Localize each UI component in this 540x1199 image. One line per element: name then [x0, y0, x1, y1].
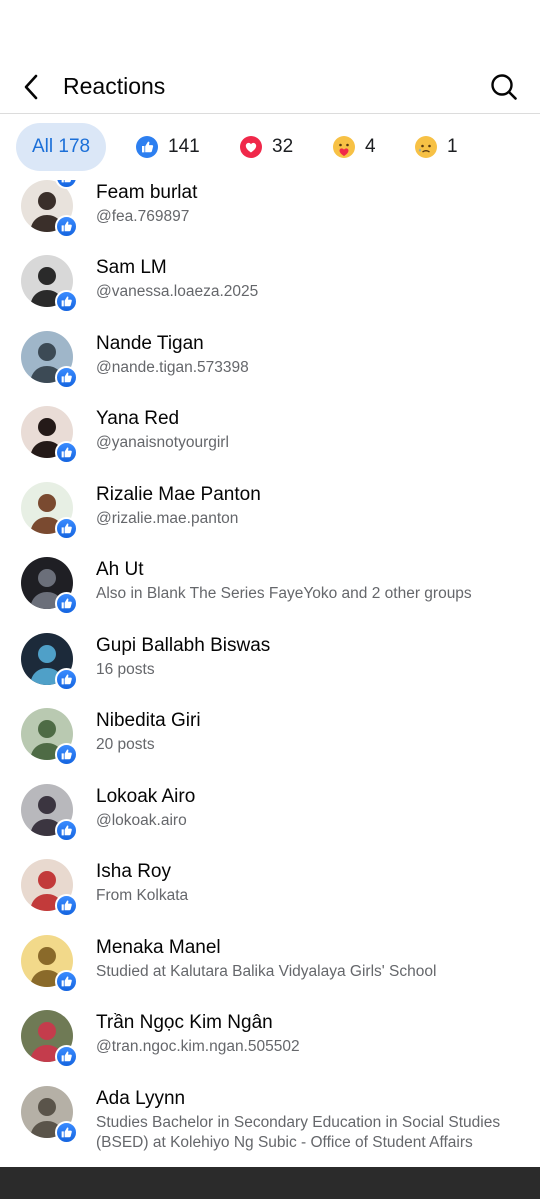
list-item[interactable]: Nande Tigan @nande.tigan.573398: [0, 331, 540, 406]
like-badge-icon: [55, 592, 78, 615]
person-subtitle: Studies Bachelor in Secondary Education …: [96, 1114, 501, 1151]
tab-care-count: 4: [365, 136, 376, 157]
avatar-container[interactable]: [21, 482, 78, 540]
search-button[interactable]: [488, 71, 520, 103]
sad-reaction-icon: [414, 135, 438, 159]
tab-like[interactable]: 141: [135, 123, 200, 171]
person-name[interactable]: Ah Ut: [96, 559, 144, 581]
person-name[interactable]: Yana Red: [96, 408, 179, 430]
avatar-container[interactable]: [21, 935, 78, 993]
person-subtitle: @vanessa.loaeza.2025: [96, 283, 259, 300]
person-name[interactable]: Lokoak Airo: [96, 786, 195, 808]
person-subtitle: @tran.ngoc.kim.ngan.505502: [96, 1038, 300, 1055]
tab-love[interactable]: 32: [239, 123, 293, 171]
love-reaction-icon: [239, 135, 263, 159]
like-reaction-icon: [135, 135, 159, 159]
list-item[interactable]: Lokoak Airo @lokoak.airo: [0, 784, 540, 859]
person-subtitle: Also in Blank The Series FayeYoko and 2 …: [96, 585, 472, 602]
person-subtitle: Studied at Kalutara Balika Vidyalaya Gir…: [96, 963, 437, 980]
list-item[interactable]: Menaka Manel Studied at Kalutara Balika V…: [0, 935, 540, 1010]
like-badge-icon: [55, 819, 78, 842]
like-badge-icon: [55, 743, 78, 766]
reaction-tabs: All 178 141 32 4 1: [0, 121, 540, 173]
person-name[interactable]: Nibedita Giri: [96, 710, 201, 732]
tab-like-count: 141: [168, 136, 200, 157]
list-item[interactable]: Nibedita Giri 20 posts: [0, 708, 540, 783]
person-subtitle: From Kolkata: [96, 887, 189, 904]
person-name[interactable]: Sam LM: [96, 257, 167, 279]
tab-sad-count: 1: [447, 136, 458, 157]
navigation-bar: [0, 1167, 540, 1199]
avatar-container[interactable]: [21, 784, 78, 842]
like-badge-icon: [55, 517, 78, 540]
list-item[interactable]: Gupi Ballabh Biswas 16 posts: [0, 633, 540, 708]
like-badge-icon: [55, 366, 78, 389]
avatar-container[interactable]: [21, 557, 78, 615]
list-item[interactable]: Sam LM @vanessa.loaeza.2025: [0, 255, 540, 330]
like-badge-icon: [55, 1121, 78, 1144]
person-subtitle: 20 posts: [96, 736, 155, 753]
list-item[interactable]: Isha Roy From Kolkata: [0, 859, 540, 934]
list-item[interactable]: Rizalie Mae Panton @rizalie.mae.panton: [0, 482, 540, 557]
person-subtitle: @nande.tigan.573398: [96, 359, 249, 376]
reactions-list: Feam burlat @fea.769897 Sam LM @vanessa.loa…: [0, 180, 540, 1167]
person-subtitle: @lokoak.airo: [96, 812, 187, 829]
person-name[interactable]: Rizalie Mae Panton: [96, 484, 261, 506]
avatar-container[interactable]: [21, 633, 78, 691]
list-item[interactable]: Yana Red @yanaisnotyourgirl: [0, 406, 540, 481]
person-name[interactable]: Feam burlat: [96, 182, 197, 204]
person-subtitle: @rizalie.mae.panton: [96, 510, 239, 527]
person-subtitle: @yanaisnotyourgirl: [96, 434, 229, 451]
avatar-container[interactable]: [21, 406, 78, 464]
chevron-left-icon: [24, 74, 38, 100]
person-name[interactable]: Trần Ngọc Kim Ngân: [96, 1012, 273, 1034]
avatar-container[interactable]: [21, 1010, 78, 1068]
tab-all[interactable]: All 178: [16, 123, 107, 171]
status-bar: [0, 0, 540, 60]
tab-care[interactable]: 4: [332, 123, 376, 171]
like-badge-icon: [55, 441, 78, 464]
tab-sad[interactable]: 1: [414, 123, 458, 171]
like-badge-icon: [55, 215, 78, 238]
search-icon: [491, 74, 517, 100]
like-badge-icon: [55, 970, 78, 993]
list-item[interactable]: Ada Lyynn Studies Bachelor in Secondary E…: [0, 1086, 540, 1161]
person-subtitle: @fea.769897: [96, 208, 190, 225]
list-item[interactable]: Feam burlat @fea.769897: [0, 180, 540, 255]
person-name[interactable]: Gupi Ballabh Biswas: [96, 635, 270, 657]
avatar-container[interactable]: [21, 331, 78, 389]
person-name[interactable]: Menaka Manel: [96, 937, 221, 959]
person-name[interactable]: Isha Roy: [96, 861, 171, 883]
page-title: Reactions: [63, 73, 166, 99]
tab-all-label: All 178: [32, 136, 91, 157]
person-name[interactable]: Ada Lyynn: [96, 1088, 185, 1110]
like-badge-icon: [55, 668, 78, 691]
avatar-container[interactable]: [21, 859, 78, 917]
list-item[interactable]: Ah Ut Also in Blank The Series FayeYoko a…: [0, 557, 540, 632]
back-button[interactable]: [16, 71, 48, 103]
person-name[interactable]: Nande Tigan: [96, 333, 204, 355]
tab-love-count: 32: [272, 136, 294, 157]
avatar-container[interactable]: [21, 708, 78, 766]
avatar-container[interactable]: [21, 255, 78, 313]
avatar-container[interactable]: [21, 1086, 78, 1144]
list-item[interactable]: Trần Ngọc Kim Ngân @tran.ngoc.kim.ngan.50…: [0, 1010, 540, 1085]
person-subtitle: 16 posts: [96, 661, 155, 678]
like-badge-icon: [55, 1045, 78, 1068]
like-badge-icon: [55, 894, 78, 917]
header: Reactions: [0, 60, 540, 114]
like-badge-icon: [55, 290, 78, 313]
care-reaction-icon: [332, 135, 356, 159]
